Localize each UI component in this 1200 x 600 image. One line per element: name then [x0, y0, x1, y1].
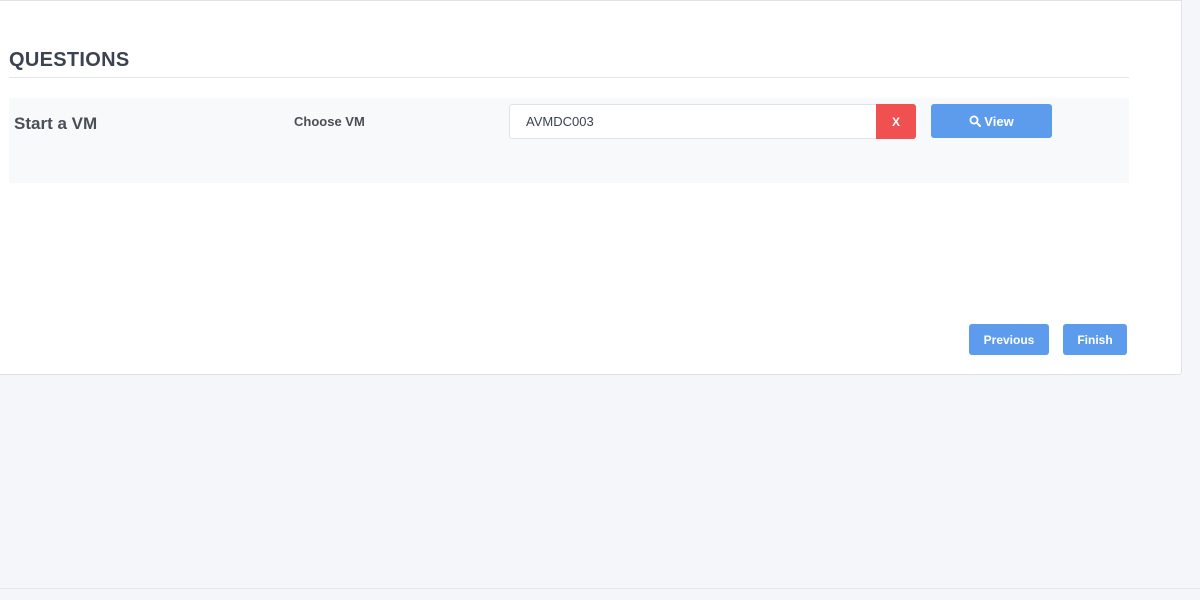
- view-button-label: View: [984, 113, 1014, 129]
- vm-input[interactable]: [509, 104, 877, 139]
- question-row: Start a VM Choose VM X View: [9, 98, 1129, 183]
- search-icon: [969, 115, 982, 127]
- view-button[interactable]: View: [931, 104, 1052, 138]
- wizard-card: QUESTIONS Start a VM Choose VM X View Pr…: [0, 0, 1182, 375]
- finish-button[interactable]: Finish: [1063, 324, 1127, 355]
- question-label: Start a VM: [14, 114, 98, 133]
- title-divider: [9, 77, 1129, 78]
- section-title: QUESTIONS: [9, 49, 130, 71]
- previous-button[interactable]: Previous: [969, 324, 1049, 355]
- footer-divider: [0, 588, 1200, 589]
- choose-vm-label: Choose VM: [294, 114, 365, 129]
- clear-button[interactable]: X: [876, 104, 916, 139]
